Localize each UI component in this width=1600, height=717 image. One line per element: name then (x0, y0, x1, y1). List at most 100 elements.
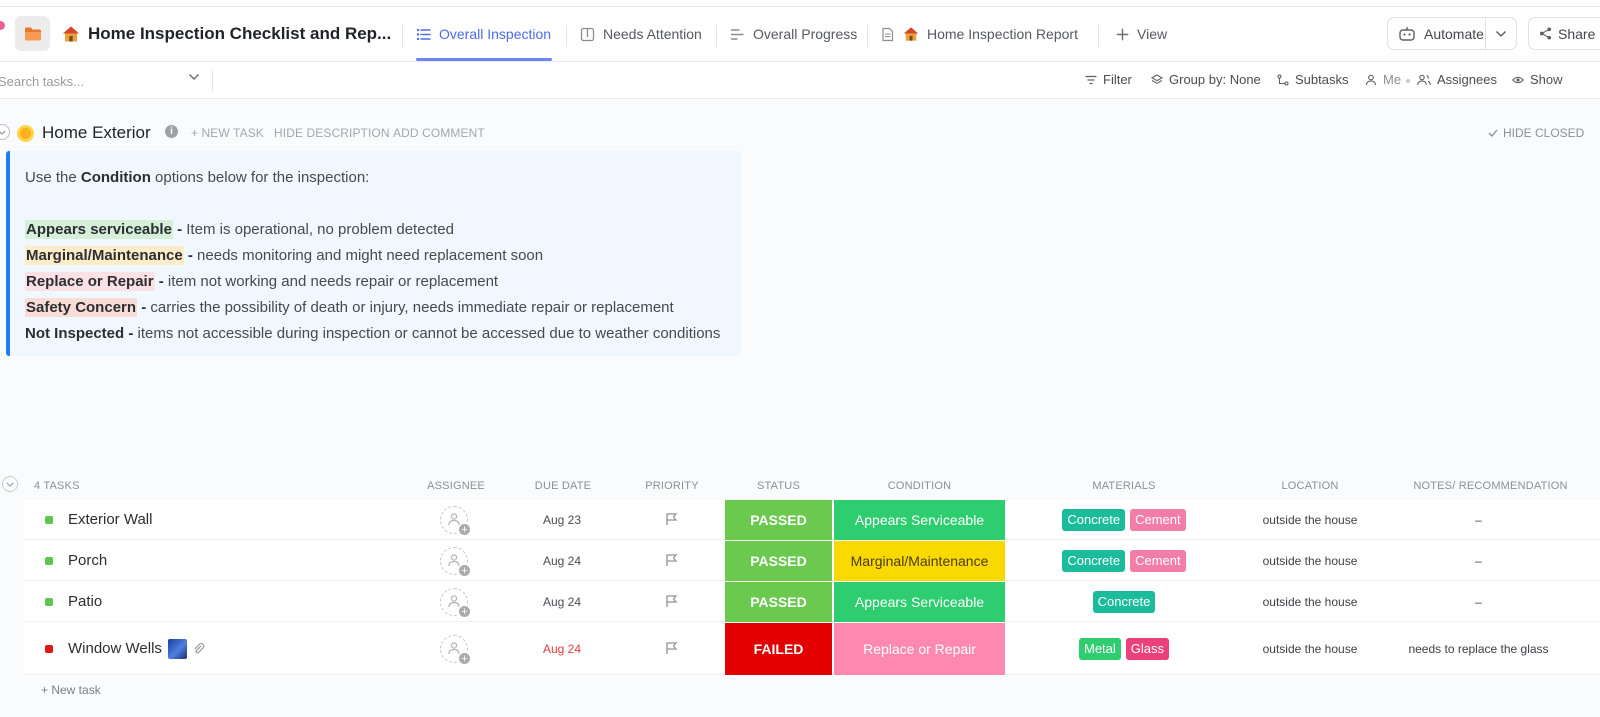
table-row[interactable]: Exterior Wall + Aug 23 PASSED Appears Servic… (24, 500, 1600, 540)
due-date[interactable]: Aug 24 (524, 554, 600, 568)
group-by-button[interactable]: Group by: None (1151, 72, 1261, 87)
material-tag[interactable]: Concrete (1062, 509, 1126, 531)
material-tag[interactable]: Cement (1130, 509, 1186, 531)
subtasks-label: Subtasks (1295, 72, 1349, 87)
group-collapse-toggle[interactable] (0, 124, 10, 140)
column-status[interactable]: STATUS (725, 480, 832, 492)
due-date[interactable]: Aug 24 (524, 642, 600, 656)
task-status-dot[interactable] (45, 598, 53, 606)
column-due-date[interactable]: DUE DATE (524, 480, 602, 492)
description-text: needs monitoring and might need replacem… (197, 247, 544, 264)
tasks-collapse-toggle[interactable] (2, 476, 18, 492)
folder-button[interactable] (15, 16, 50, 51)
location-cell[interactable]: outside the house (1234, 595, 1386, 609)
column-assignee[interactable]: ASSIGNEE (420, 480, 492, 492)
material-tag[interactable]: Cement (1130, 550, 1186, 572)
info-icon[interactable]: i (165, 125, 178, 138)
new-task-link[interactable]: + New task (41, 683, 101, 697)
table-row[interactable]: Porch + Aug 24 PASSED Marginal/Maintenance Co… (24, 541, 1600, 581)
search-input[interactable] (0, 70, 203, 92)
add-comment-button[interactable]: ADD COMMENT (393, 126, 485, 140)
material-tag[interactable]: Metal (1078, 638, 1121, 660)
house-emoji-icon (903, 27, 919, 41)
priority-flag-icon[interactable] (664, 553, 678, 572)
tab-overall-progress[interactable]: Overall Progress (730, 7, 857, 61)
task-name[interactable]: Porch (68, 552, 107, 569)
condition-cell[interactable]: Appears Serviceable (834, 582, 1005, 622)
page-title-wrap[interactable]: Home Inspection Checklist and Rep... (62, 24, 391, 44)
tab-needs-attention[interactable]: Needs Attention (580, 7, 702, 61)
tab-home-inspection-report[interactable]: Home Inspection Report (880, 7, 1078, 61)
status-cell[interactable]: PASSED (725, 541, 832, 581)
location-cell[interactable]: outside the house (1234, 513, 1386, 527)
assignee-picker[interactable]: + (440, 506, 471, 536)
table-row[interactable]: Window Wells + Aug 24 FAILED Replace or Repa… (24, 623, 1600, 675)
location-cell[interactable]: outside the house (1234, 642, 1386, 656)
group-description[interactable]: Use the Condition options below for the … (6, 151, 741, 356)
automate-dropdown[interactable] (1486, 30, 1516, 38)
tab-overall-inspection[interactable]: Overall Inspection (416, 7, 552, 61)
add-view-button[interactable]: View (1116, 7, 1167, 61)
group-title[interactable]: Home Exterior (42, 123, 151, 143)
divider (716, 25, 717, 47)
me-filter-button[interactable]: Me (1365, 72, 1401, 87)
column-notes[interactable]: NOTES/ RECOMMENDATION (1398, 480, 1583, 492)
task-name[interactable]: Window Wells (68, 640, 162, 657)
status-cell[interactable]: PASSED (725, 500, 832, 540)
share-button[interactable]: Share (1528, 17, 1600, 50)
location-cell[interactable]: outside the house (1234, 554, 1386, 568)
task-status-dot[interactable] (45, 645, 53, 653)
condition-cell[interactable]: Marginal/Maintenance (834, 541, 1005, 581)
show-button[interactable]: Show (1512, 72, 1563, 87)
automate-button[interactable]: Automate (1387, 17, 1517, 50)
description-term: Replace or Repair (25, 272, 155, 291)
new-task-button[interactable]: + NEW TASK (191, 126, 264, 140)
notes-cell[interactable]: – (1386, 595, 1571, 609)
check-icon (1488, 129, 1498, 137)
notes-cell[interactable]: needs to replace the glass (1386, 642, 1571, 656)
materials-cell[interactable]: Concrete Cement (1024, 550, 1224, 572)
material-tag[interactable]: Concrete (1092, 591, 1156, 613)
due-date[interactable]: Aug 24 (524, 595, 600, 609)
task-name[interactable]: Exterior Wall (68, 511, 152, 528)
condition-cell[interactable]: Replace or Repair (834, 623, 1005, 675)
materials-cell[interactable]: Concrete (1024, 591, 1224, 613)
assignee-picker[interactable]: + (440, 635, 471, 665)
notes-cell[interactable]: – (1386, 554, 1571, 568)
hide-description-button[interactable]: HIDE DESCRIPTION (274, 126, 390, 140)
hide-closed-button[interactable]: HIDE CLOSED (1488, 126, 1584, 140)
condition-cell[interactable]: Appears Serviceable (834, 500, 1005, 540)
task-status-dot[interactable] (45, 516, 53, 524)
assignee-picker[interactable]: + (440, 547, 471, 577)
folder-icon (24, 27, 41, 40)
column-location[interactable]: LOCATION (1234, 480, 1386, 492)
material-tag[interactable]: Concrete (1062, 550, 1126, 572)
tab-label: Home Inspection Report (927, 26, 1078, 42)
status-cell[interactable]: FAILED (725, 623, 832, 675)
assignee-picker[interactable]: + (440, 588, 471, 618)
priority-flag-icon[interactable] (664, 641, 678, 660)
due-date[interactable]: Aug 23 (524, 513, 600, 527)
column-condition[interactable]: CONDITION (834, 480, 1005, 492)
paperclip-icon[interactable] (192, 642, 205, 655)
table-row[interactable]: Patio + Aug 24 PASSED Appears Serviceable Con… (24, 582, 1600, 622)
column-materials[interactable]: MATERIALS (1024, 480, 1224, 492)
assignees-button[interactable]: Assignees (1417, 72, 1497, 87)
subtasks-button[interactable]: Subtasks (1277, 72, 1348, 87)
attachment-thumbnail[interactable] (168, 639, 187, 659)
automate-main[interactable]: Automate (1388, 18, 1486, 49)
task-name[interactable]: Patio (68, 593, 102, 610)
status-cell[interactable]: PASSED (725, 582, 832, 622)
materials-cell[interactable]: Concrete Cement (1024, 509, 1224, 531)
materials-cell[interactable]: Metal Glass (1024, 638, 1224, 660)
column-priority[interactable]: PRIORITY (636, 480, 708, 492)
notes-cell[interactable]: – (1386, 513, 1571, 527)
description-text: carries the possibility of death or inju… (150, 299, 674, 316)
filter-button[interactable]: Filter (1085, 72, 1132, 87)
material-tag[interactable]: Glass (1125, 638, 1170, 660)
robot-icon (1399, 26, 1415, 41)
priority-flag-icon[interactable] (664, 512, 678, 531)
chevron-down-icon[interactable] (188, 73, 200, 81)
task-status-dot[interactable] (45, 557, 53, 565)
priority-flag-icon[interactable] (664, 594, 678, 613)
